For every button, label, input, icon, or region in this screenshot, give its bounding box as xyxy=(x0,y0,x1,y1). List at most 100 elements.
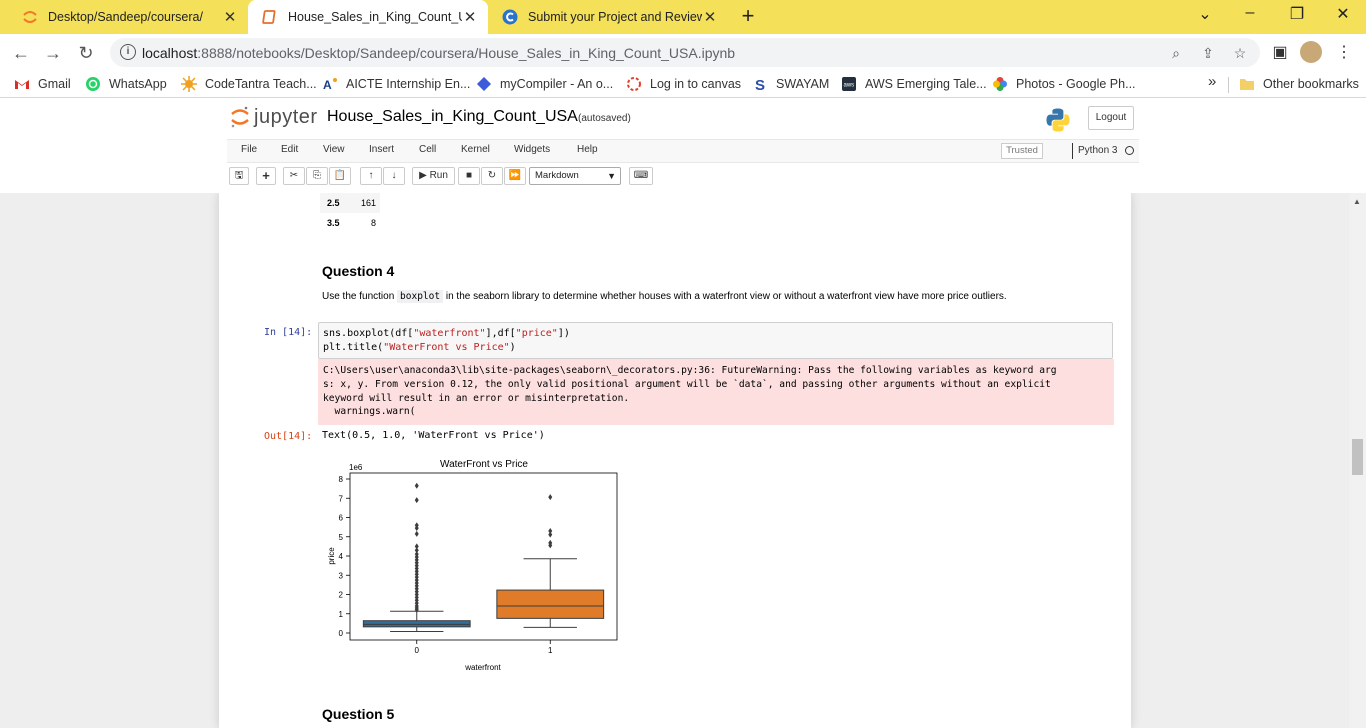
page-scrollbar[interactable]: ▲ xyxy=(1349,193,1366,728)
bookmark-canvas[interactable]: Log in to canvas xyxy=(626,76,741,92)
tab-file-browser[interactable]: Desktop/Sandeep/coursera/ ✕ xyxy=(8,0,248,34)
bookmark-aicte[interactable]: A AICTE Internship En... xyxy=(322,76,470,92)
bookmark-star-icon[interactable]: ☆ xyxy=(1230,43,1250,63)
restore-icon[interactable]: ❐ xyxy=(1282,4,1312,24)
more-bookmarks-icon[interactable]: » xyxy=(1208,73,1216,90)
trusted-badge[interactable]: Trusted xyxy=(1001,143,1043,159)
codetantra-icon xyxy=(181,76,197,92)
y-tick-label: 3 xyxy=(339,571,344,580)
y-tick-label: 7 xyxy=(339,494,344,503)
tab-notebook[interactable]: House_Sales_in_King_Count_USA ✕ xyxy=(248,0,488,34)
new-tab-button[interactable]: + xyxy=(737,5,759,29)
gmail-icon xyxy=(15,80,29,89)
bookmark-aws[interactable]: aws AWS Emerging Tale... xyxy=(841,76,987,92)
address-bar[interactable]: i localhost:8888/notebooks/Desktop/Sande… xyxy=(110,38,1260,67)
jupyter-logo[interactable]: jupyter xyxy=(230,105,318,129)
close-icon[interactable]: ✕ xyxy=(222,8,238,26)
input-prompt: In [14]: xyxy=(264,327,313,338)
side-panel-icon[interactable]: ▣ xyxy=(1268,41,1292,65)
box-iqr xyxy=(496,589,605,619)
save-icon[interactable]: 🖫 xyxy=(229,167,249,185)
menu-help[interactable]: Help xyxy=(577,144,598,155)
tab-coursera[interactable]: Submit your Project and Review ✕ xyxy=(488,0,728,34)
photos-icon xyxy=(993,77,1007,91)
svg-text:A: A xyxy=(323,78,332,92)
bookmark-whatsapp[interactable]: WhatsApp xyxy=(85,76,167,92)
y-tick-label: 2 xyxy=(339,591,344,600)
url-text[interactable]: localhost:8888/notebooks/Desktop/Sandeep… xyxy=(142,45,735,61)
box-1 xyxy=(496,494,605,628)
jupyter-icon xyxy=(23,11,37,23)
restart-run-all-icon[interactable]: ⏩ xyxy=(504,167,526,185)
browser-menu-icon[interactable]: ⋮ xyxy=(1332,41,1356,65)
notebook-name[interactable]: House_Sales_in_King_Count_USA xyxy=(327,108,578,126)
tab-label: House_Sales_in_King_Count_USA xyxy=(288,10,462,24)
tab-label: Desktop/Sandeep/coursera/ xyxy=(48,10,203,24)
y-tick-label: 1 xyxy=(339,610,344,619)
reload-icon[interactable]: ↻ xyxy=(73,40,99,66)
cell-type-select[interactable]: Markdown ▼ xyxy=(529,167,621,185)
python-logo-icon xyxy=(1046,108,1070,132)
menu-widgets[interactable]: Widgets xyxy=(514,144,550,155)
forward-icon[interactable]: → xyxy=(40,40,66,66)
code-cell[interactable]: sns.boxplot(df["waterfront"],df["price"]… xyxy=(318,322,1113,359)
browser-nav-bar: ← → ↻ i localhost:8888/notebooks/Desktop… xyxy=(0,34,1366,71)
move-up-icon[interactable]: ↑ xyxy=(360,167,382,185)
table-row: 3.5 8 xyxy=(327,218,376,228)
menu-view[interactable]: View xyxy=(323,144,345,155)
outlier-point xyxy=(414,482,419,489)
zoom-icon[interactable]: ⌕ xyxy=(1166,43,1186,63)
tab-label: Submit your Project and Review xyxy=(528,10,702,24)
window-close-icon[interactable]: ✕ xyxy=(1328,4,1358,24)
command-palette-icon[interactable]: ⌨ xyxy=(629,167,653,185)
bookmark-other[interactable]: Other bookmarks xyxy=(1239,76,1359,92)
menu-bar: File Edit View Insert Cell Kernel Widget… xyxy=(227,139,1139,163)
menu-kernel[interactable]: Kernel xyxy=(461,144,490,155)
logout-button[interactable]: Logout xyxy=(1088,106,1134,130)
bookmark-codetantra[interactable]: CodeTantra Teach... xyxy=(181,76,317,92)
interrupt-icon[interactable]: ■ xyxy=(458,167,480,185)
folder-icon xyxy=(1240,79,1254,90)
y-multiplier-label: 1e6 xyxy=(349,463,363,472)
output-prompt: Out[14]: xyxy=(264,431,313,442)
move-down-icon[interactable]: ↓ xyxy=(383,167,405,185)
restart-icon[interactable]: ↻ xyxy=(481,167,503,185)
insert-cell-icon[interactable]: + xyxy=(256,167,276,185)
menu-cell[interactable]: Cell xyxy=(419,144,436,155)
cut-icon[interactable]: ✂ xyxy=(283,167,305,185)
back-icon[interactable]: ← xyxy=(8,40,34,66)
menu-edit[interactable]: Edit xyxy=(281,144,298,155)
close-icon[interactable]: ✕ xyxy=(702,8,718,26)
output-text: Text(0.5, 1.0, 'WaterFront vs Price') xyxy=(322,430,545,441)
menu-insert[interactable]: Insert xyxy=(369,144,394,155)
scrollbar-thumb[interactable] xyxy=(1352,439,1363,475)
x-axis: 01 xyxy=(415,640,553,655)
bookmark-gmail[interactable]: Gmail xyxy=(14,76,71,92)
bookmark-divider xyxy=(1228,77,1229,93)
paste-icon[interactable]: 📋 xyxy=(329,167,351,185)
scroll-up-icon[interactable]: ▲ xyxy=(1353,197,1361,206)
x-tick-label: 0 xyxy=(415,646,420,655)
bookmark-photos[interactable]: Photos - Google Ph... xyxy=(992,76,1136,92)
close-icon[interactable]: ✕ xyxy=(462,8,478,26)
tab-search-icon[interactable]: ⌄ xyxy=(1190,4,1220,24)
outlier-point xyxy=(414,530,419,537)
avatar[interactable] xyxy=(1300,41,1324,65)
menu-file[interactable]: File xyxy=(241,144,257,155)
jupyter-logo-icon xyxy=(231,106,249,128)
coursera-icon xyxy=(502,9,518,25)
bookmark-swayam[interactable]: S SWAYAM xyxy=(752,76,829,92)
bookmarks-bar: Gmail WhatsApp CodeTantra Teach... A AIC… xyxy=(0,71,1366,98)
kernel-name[interactable]: Python 3 xyxy=(1072,143,1117,159)
site-info-icon[interactable]: i xyxy=(120,44,136,60)
minimize-icon[interactable]: – xyxy=(1235,4,1265,22)
outlier-point xyxy=(548,531,553,538)
copy-icon[interactable]: ⎘ xyxy=(306,167,328,185)
run-button[interactable]: ▶ Run xyxy=(412,167,455,185)
y-axis: 0 1 2 3 4 5 6 7 8 xyxy=(339,475,350,638)
share-icon[interactable]: ⇪ xyxy=(1198,43,1218,63)
autosave-status: (autosaved) xyxy=(578,113,631,124)
jupyter-logo-text: jupyter xyxy=(254,105,318,128)
x-tick-label: 1 xyxy=(548,646,553,655)
bookmark-mycompiler[interactable]: myCompiler - An o... xyxy=(476,76,613,92)
